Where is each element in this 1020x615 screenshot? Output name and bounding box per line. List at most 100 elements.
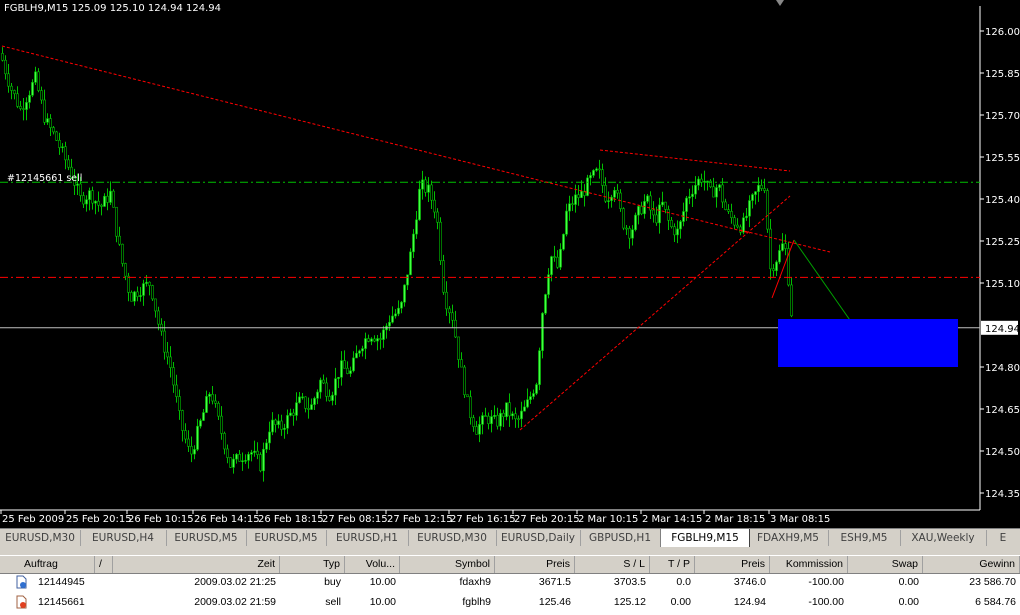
candle-body [193,449,196,455]
candle-body [355,352,358,359]
chart-tab[interactable]: EURUSD,H1 [326,530,409,546]
chart-tab[interactable]: GBPUSD,H1 [580,530,661,546]
chart-tab[interactable]: XAU,Weekly [900,530,987,546]
candle-body [478,424,481,435]
candle-body [730,211,733,218]
candle-body [232,458,235,468]
candle-body [412,233,415,253]
candle-body [598,168,601,171]
table-row[interactable]: 12144945 2009.03.02 21:25 buy 10.00 fdax… [0,573,1020,592]
time-tick-label: 25 Feb 2009 [2,514,64,525]
candle-body [361,348,364,352]
col-price[interactable]: Preis [495,556,575,573]
candle-body [454,319,457,338]
candle-body [13,90,16,95]
price-tick-label: 124.80 [985,363,1020,374]
candle-body [496,415,499,427]
chart-tab[interactable]: EURUSD,Daily [496,530,581,546]
candle-body [628,228,631,239]
chart-tab[interactable]: E [986,530,1020,546]
row-tp: 0.00 [670,596,691,608]
col-symbol[interactable]: Symbol [400,556,495,573]
candle-body [220,415,223,434]
chart-tab[interactable]: FGBLH9,M15 [660,529,750,547]
chart-tab[interactable]: FDAXH9,M5 [748,530,829,546]
candle-body [391,315,394,323]
chart-tab[interactable]: EURUSD,M5 [246,530,327,546]
chart-tab[interactable]: EURUSD,H4 [80,530,167,546]
row-type: sell [325,596,341,608]
candle-body [367,338,370,342]
candle-body [490,416,493,425]
col-sort[interactable]: / [95,556,113,573]
candle-body [1,53,4,61]
chart-tab[interactable]: ESH9,M5 [828,530,901,546]
candle-body [601,169,604,186]
time-tick-label: 25 Feb 20:15 [66,514,132,525]
candle-body [310,404,313,410]
row-type: buy [324,576,341,588]
trendline-channel-top [599,149,791,172]
col-commission[interactable]: Kommission [770,556,848,573]
col-time[interactable]: Zeit [113,556,280,573]
col-type[interactable]: Typ [280,556,345,573]
candle-body [46,118,49,123]
candle-body [670,219,673,228]
candle-body [112,190,115,208]
candle-body [388,321,391,327]
candle-body [646,195,649,202]
chart-tab[interactable]: EURUSD,M5 [166,530,247,546]
row-symbol: fdaxh9 [459,576,491,588]
candle-body [622,208,625,229]
candle-body [82,195,85,205]
candle-body [67,159,70,168]
candle-body [10,85,13,91]
candle-body [226,448,229,458]
row-sl: 125.12 [613,596,646,608]
price-chart[interactable]: 126.00 125.85 125.70 125.55 125.40 125.25 125.… [0,0,1020,528]
trade-terminal: Auftrag / Zeit Typ Volu... Symbol Preis … [0,547,1020,615]
candle-body [448,308,451,314]
chart-tab[interactable]: EURUSD,M30 [0,530,81,546]
candle-body [685,197,688,212]
candle-body [313,398,316,405]
candle-body [100,204,103,207]
candle-body [34,71,37,83]
table-row[interactable]: 12145661 2009.03.02 21:59 sell 10.00 fgb… [0,593,1020,612]
candle-body [358,350,361,354]
row-time: 2009.03.02 21:25 [194,576,276,588]
candle-body [679,221,682,230]
time-tick-label: 27 Feb 20:15 [514,514,580,525]
col-cur-price[interactable]: Preis [695,556,770,573]
candle-body [79,183,82,196]
chart-tab[interactable]: EURUSD,M30 [408,530,497,546]
col-sl[interactable]: S / L [575,556,650,573]
candle-body [286,415,289,429]
candle-body [523,406,526,412]
candle-body [763,188,766,191]
candle-body [541,312,544,351]
candle-body [19,106,22,109]
candle-body [124,263,127,277]
col-order[interactable]: Auftrag [0,556,95,573]
candle-body [652,209,655,216]
time-tick-label: 27 Feb 08:15 [322,514,388,525]
candle-body [712,186,715,198]
candle-body [394,313,397,317]
candle-body [130,292,133,302]
candle-body [76,183,79,186]
col-swap[interactable]: Swap [848,556,923,573]
candle-body [133,291,136,302]
chart-window[interactable]: 126.00 125.85 125.70 125.55 125.40 125.25 125.… [0,0,1020,528]
candle-body [427,184,430,193]
candle-body [241,460,244,462]
candle-body [493,415,496,417]
col-tp[interactable]: T / P [650,556,695,573]
candle-body [733,217,736,226]
candle-body [16,93,19,107]
candle-body [574,194,577,205]
col-profit[interactable]: Gewinn [923,556,1020,573]
buy-order-icon [16,575,27,589]
candle-body [739,226,742,233]
col-volume[interactable]: Volu... [345,556,400,573]
